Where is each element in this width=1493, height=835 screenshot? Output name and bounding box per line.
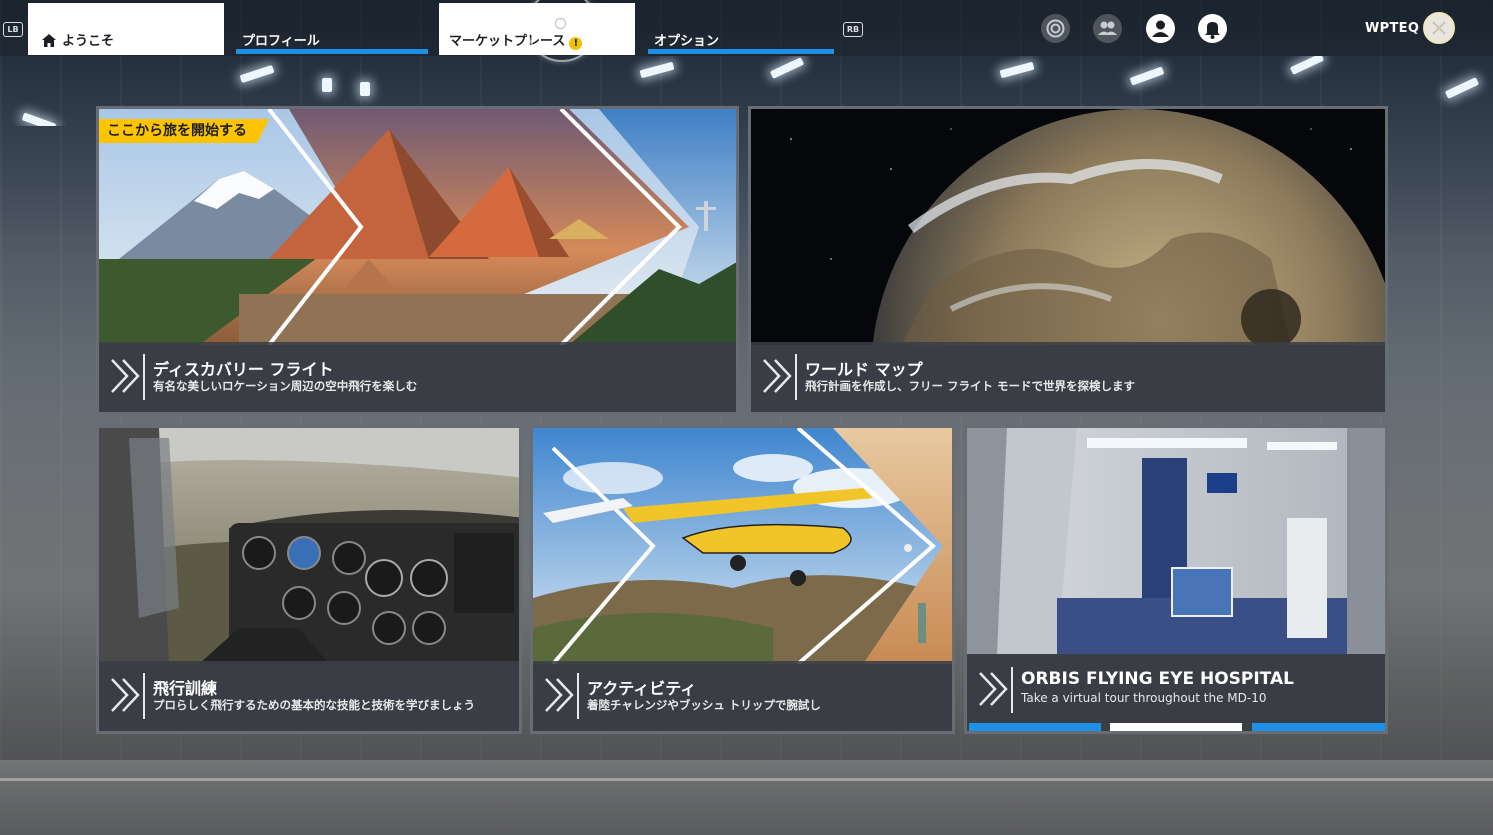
chevron-right-icon <box>979 672 1008 706</box>
username: WPTEQ <box>1365 21 1420 36</box>
tab-profile-label: プロフィール <box>242 34 320 49</box>
home-icon <box>42 34 56 47</box>
card-orbis-hospital[interactable]: ORBIS FLYING EYE HOSPITAL Take a virtual… <box>964 425 1388 734</box>
lb-bumper-icon[interactable]: LB <box>3 22 23 37</box>
orbis-art <box>967 428 1385 654</box>
carousel-segment-3[interactable] <box>1252 723 1385 731</box>
card-description: 着陸チャレンジやブッシュ トリップで腕試し <box>587 698 821 712</box>
chevron-right-icon <box>111 359 140 393</box>
card-world-map[interactable]: ワールド マップ 飛行計画を作成し、フリー フライト モードで世界を探検します <box>748 106 1388 415</box>
rb-bumper-icon[interactable]: RB <box>843 22 863 37</box>
tab-welcome[interactable]: ようこそ <box>28 3 224 55</box>
top-navigation-bar: LB ようこそ プロフィール マーケットプレース! オプション RB WPTEQ <box>0 0 1493 56</box>
card-discovery-flight[interactable]: ここから旅を開始する ディスカバリー フライト 有名な美しいロケーション周辺の空… <box>96 106 739 415</box>
tab-profile-underline <box>236 49 428 54</box>
avatar[interactable] <box>1423 12 1455 44</box>
discovery-caption: ディスカバリー フライト 有名な美しいロケーション周辺の空中飛行を楽しむ <box>99 342 736 412</box>
notifications-icon[interactable] <box>1198 14 1227 43</box>
tab-welcome-label: ようこそ <box>42 30 114 49</box>
card-title: 飛行訓練 <box>153 679 218 698</box>
achievements-icon[interactable] <box>1041 14 1070 43</box>
carousel-progress <box>967 723 1385 731</box>
carousel-segment-1[interactable] <box>969 723 1101 731</box>
chevron-right-icon <box>111 678 140 712</box>
start-here-banner: ここから旅を開始する <box>99 119 269 143</box>
caption-divider <box>795 354 797 400</box>
card-description: Take a virtual tour throughout the MD-10 <box>1021 691 1267 705</box>
carousel-segment-2[interactable] <box>1110 723 1242 731</box>
card-description: プロらしく飛行するための基本的な技能と技術を学びましょう <box>153 698 475 712</box>
card-flight-training[interactable]: 飛行訓練 プロらしく飛行するための基本的な技能と技術を学びましょう <box>96 425 522 734</box>
tab-options-underline <box>648 49 834 54</box>
hangar-floor <box>0 760 1493 835</box>
card-description: 飛行計画を作成し、フリー フライト モードで世界を探検します <box>805 379 1136 393</box>
card-description: 有名な美しいロケーション周辺の空中飛行を楽しむ <box>153 379 418 393</box>
caption-divider <box>577 673 579 719</box>
card-title: ORBIS FLYING EYE HOSPITAL <box>1021 669 1294 689</box>
chevron-right-icon <box>763 359 792 393</box>
profile-icon[interactable] <box>1146 14 1175 43</box>
orbis-caption: ORBIS FLYING EYE HOSPITAL Take a virtual… <box>967 655 1385 723</box>
world-map-art <box>751 109 1385 345</box>
caption-divider <box>1011 667 1013 713</box>
activities-caption: アクティビティ 着陸チャレンジやブッシュ トリップで腕試し <box>533 661 952 731</box>
chevron-right-icon <box>545 678 574 712</box>
tab-profile[interactable]: プロフィール <box>228 3 434 55</box>
caption-divider <box>143 673 145 719</box>
caption-divider <box>143 354 145 400</box>
card-title: ワールド マップ <box>805 360 923 379</box>
training-art <box>99 428 519 664</box>
tab-options[interactable]: オプション <box>640 3 840 55</box>
floor-line <box>0 778 1493 781</box>
activities-art <box>533 428 952 664</box>
world-map-caption: ワールド マップ 飛行計画を作成し、フリー フライト モードで世界を探検します <box>751 342 1385 412</box>
training-caption: 飛行訓練 プロらしく飛行するための基本的な技能と技術を学びましょう <box>99 661 519 731</box>
discovery-art <box>99 109 736 345</box>
card-title: アクティビティ <box>587 679 697 698</box>
tab-options-label: オプション <box>654 34 720 49</box>
card-title: ディスカバリー フライト <box>153 360 334 379</box>
card-activities[interactable]: アクティビティ 着陸チャレンジやブッシュ トリップで腕試し <box>530 425 955 734</box>
cursor-pointer <box>555 18 566 29</box>
friends-icon[interactable] <box>1093 14 1122 43</box>
